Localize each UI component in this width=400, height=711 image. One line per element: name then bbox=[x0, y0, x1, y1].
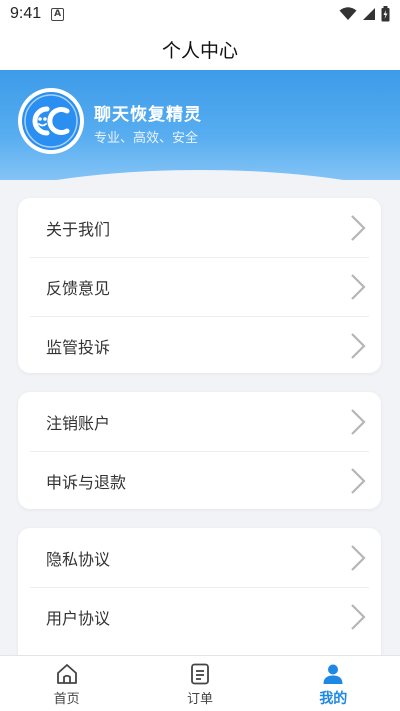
menu-item-label: 用户协议 bbox=[46, 608, 111, 628]
chevron-right-icon bbox=[351, 214, 366, 241]
chevron-right-icon bbox=[351, 544, 366, 571]
menu-item-label: 关于我们 bbox=[46, 219, 111, 239]
menu-item-label: 隐私协议 bbox=[46, 549, 111, 569]
menu-item-label: 申诉与退款 bbox=[46, 472, 127, 492]
app-slogan: 专业、高效、安全 bbox=[94, 131, 199, 146]
notification-badge-icon: A bbox=[51, 7, 65, 21]
status-icons bbox=[339, 6, 390, 22]
wifi-icon bbox=[339, 7, 357, 20]
menu-item-label: 注销账户 bbox=[46, 413, 111, 433]
nav-orders[interactable]: 订单 bbox=[133, 656, 266, 711]
profile-banner: 聊天恢复精灵 专业、高效、安全 bbox=[0, 70, 400, 180]
menu-card-account: 注销账户 申诉与退款 bbox=[18, 392, 381, 509]
menu-item-label: 反馈意见 bbox=[46, 278, 111, 298]
menu-item-privacy-policy[interactable]: 隐私协议 bbox=[18, 528, 381, 587]
nav-home[interactable]: 首页 bbox=[0, 656, 133, 711]
header: 个人中心 bbox=[0, 28, 400, 70]
bottom-nav: 首页 订单 我的 bbox=[0, 655, 400, 711]
menu-item-cancel-account[interactable]: 注销账户 bbox=[18, 392, 381, 451]
chevron-right-icon bbox=[351, 408, 366, 435]
nav-mine-label: 我的 bbox=[319, 690, 348, 707]
nav-home-label: 首页 bbox=[53, 692, 80, 707]
status-time: 9:41 bbox=[10, 5, 42, 22]
menu-item-label: 监管投诉 bbox=[46, 337, 111, 357]
status-bar: 9:41 A bbox=[0, 0, 400, 28]
nav-mine[interactable]: 我的 bbox=[267, 656, 400, 711]
chat-logo-icon bbox=[22, 92, 80, 150]
chevron-right-icon bbox=[351, 332, 366, 359]
chevron-right-icon bbox=[351, 273, 366, 300]
menu-item-feedback[interactable]: 反馈意见 bbox=[18, 257, 381, 316]
nav-orders-label: 订单 bbox=[186, 692, 213, 707]
menu-item-about-us[interactable]: 关于我们 bbox=[18, 198, 381, 257]
menu-card-about: 关于我们 反馈意见 监管投诉 bbox=[18, 198, 381, 373]
chevron-right-icon bbox=[351, 467, 366, 494]
menu-item-user-agreement[interactable]: 用户协议 bbox=[18, 587, 381, 646]
menu-item-complaint[interactable]: 监管投诉 bbox=[18, 316, 381, 373]
app-logo bbox=[18, 88, 84, 154]
chevron-right-icon bbox=[351, 603, 366, 630]
banner-curve bbox=[0, 170, 400, 180]
signal-icon bbox=[363, 8, 375, 20]
order-icon bbox=[191, 663, 209, 685]
user-icon bbox=[323, 664, 343, 684]
app-name: 聊天恢复精灵 bbox=[94, 105, 202, 125]
home-icon bbox=[56, 664, 77, 684]
menu-card-agreements: 隐私协议 用户协议 bbox=[18, 528, 381, 668]
menu-item-appeal-refund[interactable]: 申诉与退款 bbox=[18, 451, 381, 509]
battery-icon bbox=[381, 6, 390, 22]
page-title: 个人中心 bbox=[161, 39, 238, 62]
